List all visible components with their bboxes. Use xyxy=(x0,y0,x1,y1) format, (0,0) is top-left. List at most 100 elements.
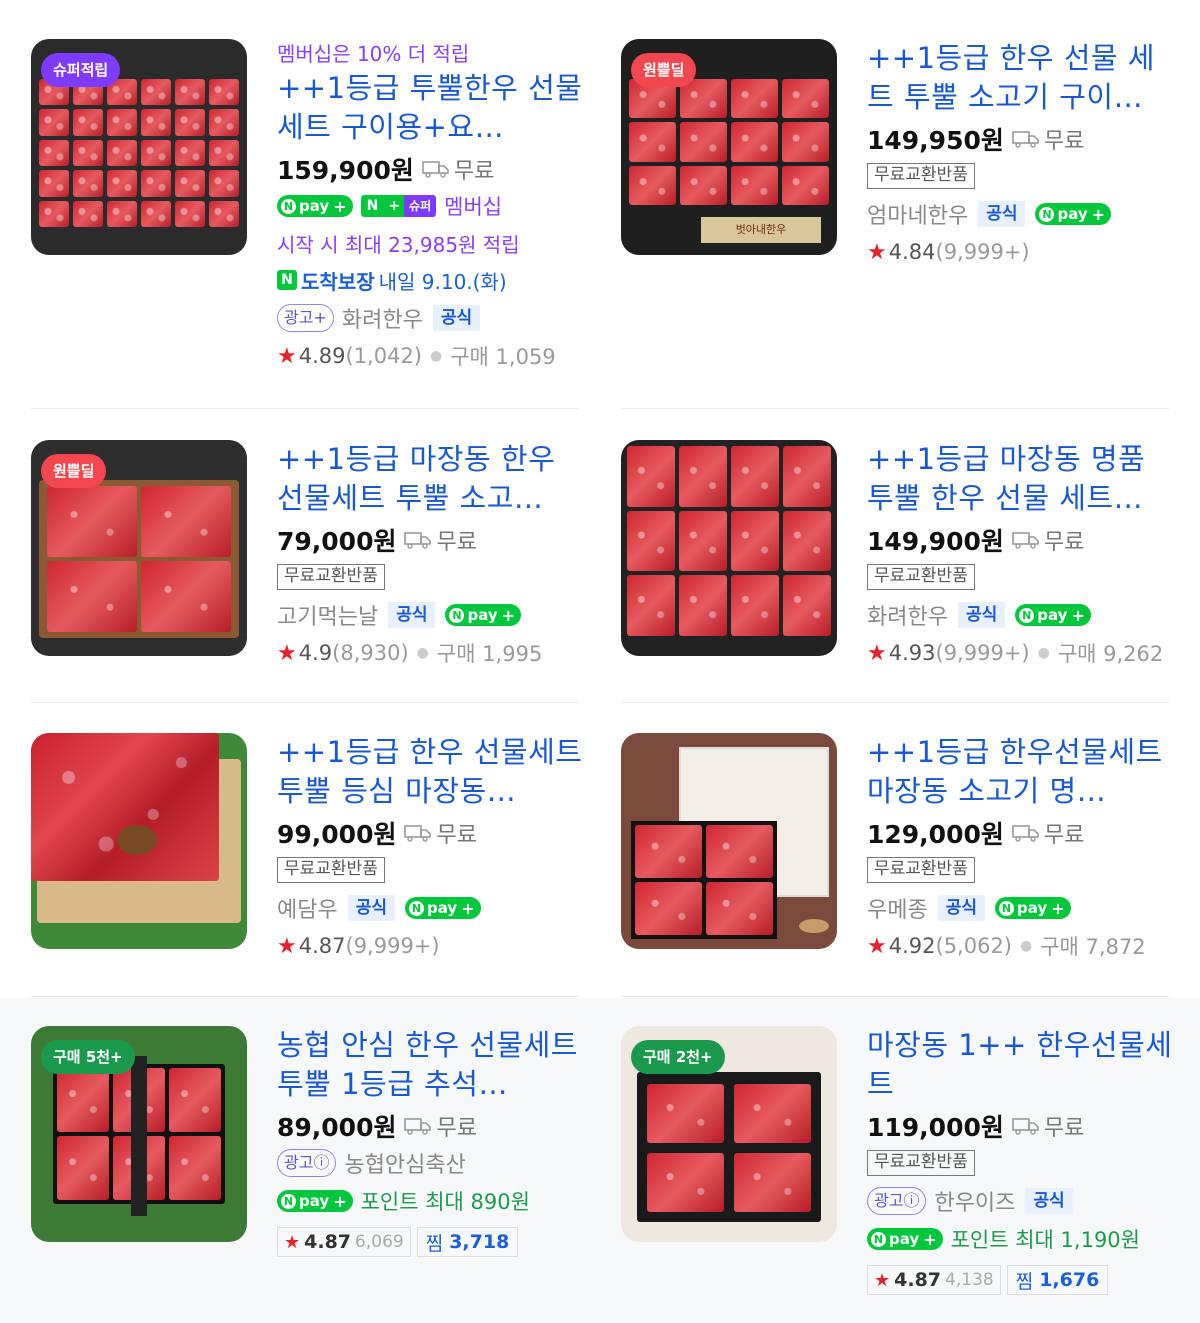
seller-name[interactable]: 고기먹는날 xyxy=(277,599,378,631)
official-badge: 공식 xyxy=(937,895,986,921)
product-title[interactable]: ++1등급 마장동 명품 투뿔 한우 선물 세트… xyxy=(867,440,1177,518)
product-card[interactable]: 벗아내한우 원쁠딜 ++1등급 한우 선물 세트 투뿔 소고기 구이… 149,… xyxy=(621,39,1181,289)
free-return-tag: 무료교환반품 xyxy=(277,857,385,883)
product-price: 99,000원 xyxy=(277,820,397,849)
npay-n-icon: N xyxy=(281,1193,296,1209)
review-count: 6,069 xyxy=(355,1232,404,1252)
seller-name[interactable]: 화려한우 xyxy=(867,599,948,631)
free-return-tag: 무료교환반품 xyxy=(867,1150,975,1176)
product-title[interactable]: ++1등급 한우 선물 세트 투뿔 소고기 구이… xyxy=(867,39,1177,117)
product-image[interactable]: 벗아내한우 원쁠딜 xyxy=(621,39,837,255)
review-count: 4,138 xyxy=(945,1270,994,1290)
zzim-label: 찜 xyxy=(425,1232,444,1255)
arrival-guarantee-icon: N xyxy=(277,270,297,290)
product-image[interactable]: 슈퍼적립 xyxy=(31,39,247,255)
separator-dot: ● xyxy=(430,348,443,364)
zzim-label: 찜 xyxy=(1015,1270,1034,1293)
rating-score: 4.87 xyxy=(894,1269,942,1291)
product-image[interactable]: 원쁠딜 xyxy=(31,440,247,656)
truck-icon xyxy=(422,160,450,178)
npay-n-icon: N xyxy=(871,1231,886,1247)
shipping-fee: 무료 xyxy=(1043,1116,1085,1141)
ad-badge[interactable]: 광고ⓘ xyxy=(867,1187,927,1215)
seller-name[interactable]: 화려한우 xyxy=(342,302,423,334)
product-card-ad[interactable]: 구매 2천+ 마장동 1++ 한우선물세트 119,000원 무료 무료교환반품… xyxy=(621,1026,1181,1306)
product-card[interactable]: ++1등급 한우 선물세트 투뿔 등심 마장동… 99,000원 무료 무료교환… xyxy=(31,733,591,973)
review-count: (8,930) xyxy=(332,641,409,665)
plus-icon: + xyxy=(1091,204,1106,224)
zzim-count: 3,718 xyxy=(449,1231,510,1253)
official-badge: 공식 xyxy=(347,895,396,921)
star-icon: ★ xyxy=(867,640,887,666)
ad-badge[interactable]: 광고ⓘ xyxy=(277,1149,337,1177)
npay-badge: Npay + xyxy=(277,1190,353,1212)
star-icon: ★ xyxy=(867,933,887,959)
ad-badge[interactable]: 광고+ xyxy=(277,304,334,332)
shipping-fee: 무료 xyxy=(1043,129,1085,154)
product-image[interactable]: 구매 2천+ xyxy=(621,1026,837,1242)
row-divider xyxy=(621,408,1169,409)
plus-icon: + xyxy=(501,605,516,625)
product-title[interactable]: 농협 안심 한우 선물세트 투뿔 1등급 추석… xyxy=(277,1026,587,1104)
product-card[interactable]: 원쁠딜 ++1등급 마장동 한우 선물세트 투뿔 소고… 79,000원 무료 … xyxy=(31,440,591,680)
row-divider xyxy=(31,408,579,409)
truck-icon xyxy=(1012,130,1040,148)
product-price: 119,000원 xyxy=(867,1113,1004,1142)
official-badge: 공식 xyxy=(388,602,436,628)
npay-n-icon: N xyxy=(449,607,465,623)
rating-box: ★ 4.87 4,138 xyxy=(867,1265,1001,1295)
product-title[interactable]: ++1등급 투뿔한우 선물 세트 구이용+요… xyxy=(277,69,587,147)
product-image[interactable] xyxy=(621,440,837,656)
plus-icon: + xyxy=(923,1229,937,1249)
accumulate-text: 시작 시 최대 23,985원 적립 xyxy=(277,232,520,257)
seller-name[interactable]: 한우이즈 xyxy=(934,1185,1015,1217)
free-return-tag: 무료교환반품 xyxy=(867,857,975,883)
product-price: 89,000원 xyxy=(277,1113,397,1142)
seller-name[interactable]: 예담우 xyxy=(277,892,338,924)
purchase-count: 구매 9,262 xyxy=(1057,642,1164,666)
product-price: 79,000원 xyxy=(277,527,397,556)
product-price: 149,900원 xyxy=(867,527,1004,556)
review-count: (5,062) xyxy=(935,934,1013,958)
separator-dot: ● xyxy=(1020,938,1033,954)
rating-score: 4.84 xyxy=(888,240,936,264)
product-card[interactable]: ++1등급 한우선물세트 마장동 소고기 명… 129,000원 무료 무료교환… xyxy=(621,733,1181,973)
truck-icon xyxy=(404,1117,432,1135)
npay-n-icon: N xyxy=(999,900,1015,916)
npay-n-icon: N xyxy=(281,198,296,214)
super-points-badge: 슈퍼적립 xyxy=(41,53,121,87)
star-icon: ★ xyxy=(867,239,887,265)
zzim-box[interactable]: 찜 1,676 xyxy=(1006,1265,1109,1295)
product-card-ad[interactable]: 구매 5천+ 농협 안심 한우 선물세트 투뿔 1등급 추석… 89,000원 … xyxy=(31,1026,591,1266)
free-return-tag: 무료교환반품 xyxy=(277,564,385,590)
rating-score: 4.87 xyxy=(304,1231,352,1253)
product-image[interactable] xyxy=(31,733,247,949)
product-image[interactable]: 구매 5천+ xyxy=(31,1026,247,1242)
seller-name[interactable]: 농협안심축산 xyxy=(344,1147,465,1179)
product-card[interactable]: 슈퍼적립 멤버십은 10% 더 적립 ++1등급 투뿔한우 선물 세트 구이용+… xyxy=(31,39,591,389)
plus-icon: + xyxy=(461,898,475,918)
arrival-date: 내일 9.10.(화) xyxy=(378,269,507,294)
product-title[interactable]: ++1등급 마장동 한우 선물세트 투뿔 소고… xyxy=(277,440,587,518)
shipping-fee: 무료 xyxy=(1043,823,1085,848)
product-title[interactable]: ++1등급 한우선물세트 마장동 소고기 명… xyxy=(867,733,1177,811)
rating-score: 4.92 xyxy=(888,934,936,958)
rating-box: ★ 4.87 6,069 xyxy=(277,1227,411,1257)
zzim-box[interactable]: 찜 3,718 xyxy=(416,1227,519,1257)
review-count: (9,999+) xyxy=(935,641,1030,665)
npay-n-icon: N xyxy=(1039,206,1055,222)
row-divider xyxy=(621,702,1169,703)
product-card[interactable]: ++1등급 마장동 명품 투뿔 한우 선물 세트… 149,900원 무료 무료… xyxy=(621,440,1181,680)
product-price: 149,950원 xyxy=(867,126,1004,155)
purchase-count: 구매 1,995 xyxy=(436,642,543,666)
seller-name[interactable]: 엄마네한우 xyxy=(867,198,968,230)
seller-name[interactable]: 우메종 xyxy=(867,892,928,924)
one-plus-deal-badge: 원쁠딜 xyxy=(41,454,107,488)
product-image[interactable] xyxy=(621,733,837,949)
product-title[interactable]: ++1등급 한우 선물세트 투뿔 등심 마장동… xyxy=(277,733,587,811)
plus-icon: + xyxy=(1051,898,1065,918)
truck-icon xyxy=(404,531,432,549)
official-badge: 공식 xyxy=(432,305,481,331)
zzim-count: 1,676 xyxy=(1039,1269,1100,1291)
product-title[interactable]: 마장동 1++ 한우선물세트 xyxy=(867,1026,1177,1104)
